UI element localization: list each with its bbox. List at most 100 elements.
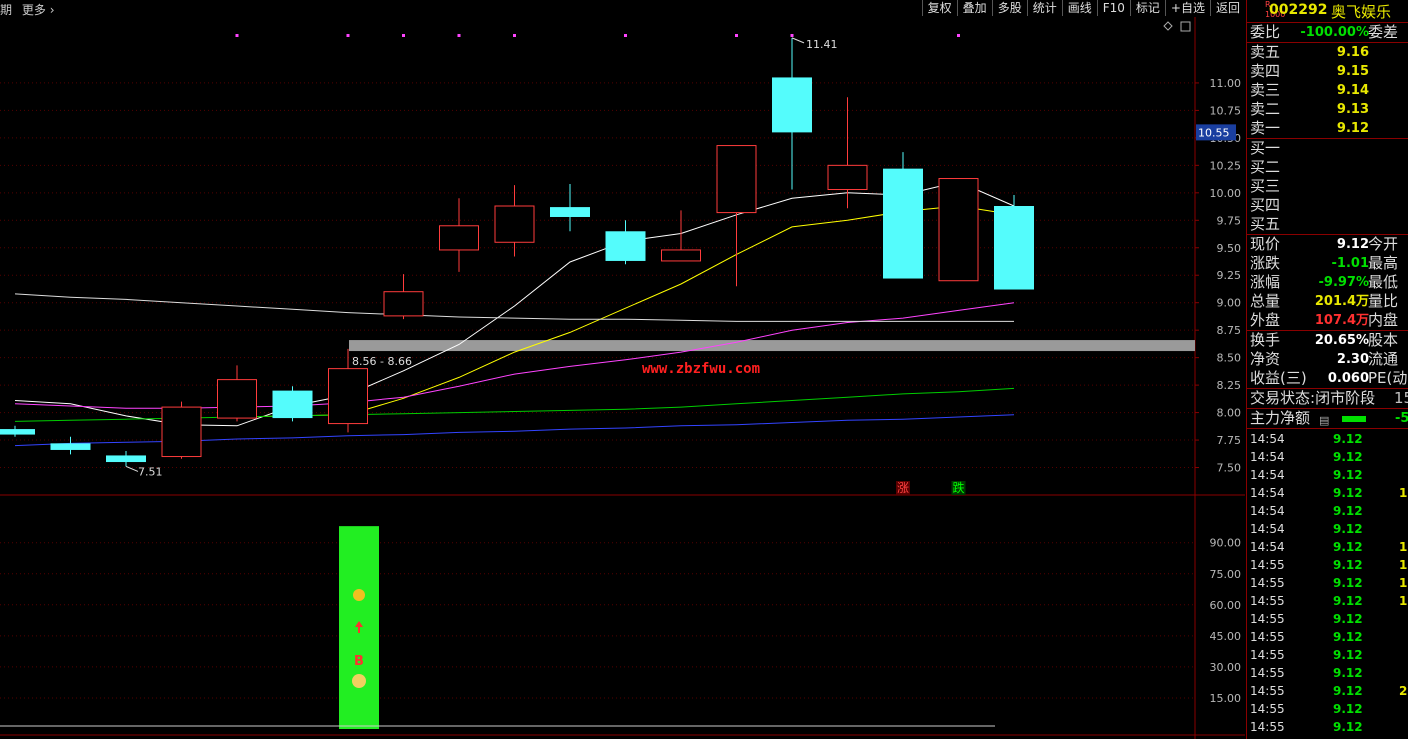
toolbar-left: 期 更多 › — [0, 1, 55, 18]
tick-row: 14:55 9.12 1 — [1247, 592, 1408, 610]
toolbar-button-2[interactable]: 多股 — [991, 0, 1027, 16]
candle-body — [772, 77, 812, 133]
candle-body — [550, 207, 590, 217]
toolbar-button-7[interactable]: +自选 — [1164, 0, 1210, 16]
toolbar-button-4[interactable]: 画线 — [1061, 0, 1097, 16]
candle-body — [605, 231, 646, 261]
list-icon[interactable]: ▤ — [1319, 411, 1329, 430]
candle-body — [439, 225, 479, 251]
tick-price: 9.12 — [1333, 540, 1363, 554]
toolbar-button-8[interactable]: 返回 — [1209, 0, 1245, 16]
limit-label-1: 跌 — [952, 480, 964, 495]
tick-time: 14:54 — [1250, 432, 1285, 446]
toolbar-button-5[interactable]: F10 — [1096, 0, 1130, 16]
quote-row-4-label: 外盘 — [1250, 311, 1281, 329]
candle-body — [883, 168, 923, 279]
quote-row-1: 涨跌 -1.01 最高 — [1247, 254, 1408, 273]
toolbar-button-3[interactable]: 统计 — [1026, 0, 1062, 16]
candle-body — [217, 379, 257, 419]
window-icon — [1180, 21, 1191, 32]
toolbar-button-0[interactable]: 复权 — [921, 0, 957, 16]
signal-dot — [513, 34, 516, 37]
ask-row-3-label: 卖二 — [1250, 100, 1281, 118]
tick-volume: 1 — [1399, 486, 1408, 500]
tick-price: 9.12 — [1333, 576, 1363, 590]
tick-time: 14:54 — [1250, 540, 1285, 554]
price-tick-label: 10.00 — [1210, 187, 1242, 200]
fund-row-2-label2: PE(动) — [1368, 369, 1408, 387]
candle-body — [383, 291, 424, 317]
trade-status-value: 闭市阶段 — [1315, 389, 1376, 407]
stock-code[interactable]: 002292 — [1269, 2, 1327, 18]
candle-body — [0, 429, 35, 435]
quote-row-0-label2: 今开 — [1368, 235, 1399, 253]
tick-price: 9.12 — [1333, 504, 1363, 518]
indicator-tick-label: 60.00 — [1210, 599, 1242, 612]
ask-row-4: 卖一 9.12 — [1247, 119, 1408, 138]
signal-dot — [957, 34, 960, 37]
toolbar-button-1[interactable]: 叠加 — [956, 0, 992, 16]
bid-row-1: 买二 — [1247, 158, 1408, 177]
tick-price: 9.12 — [1333, 720, 1363, 734]
ask-row-1: 卖四 9.15 — [1247, 62, 1408, 81]
price-tick-label: 11.00 — [1210, 77, 1242, 90]
quote-row-3-label2: 量比 — [1368, 292, 1399, 310]
tick-row: 14:55 9.12 1 — [1247, 574, 1408, 592]
chevron-right-icon: › — [49, 3, 55, 17]
tick-time: 14:55 — [1250, 648, 1285, 662]
tick-list[interactable]: 14:54 9.12 14:54 9.12 14:54 9.12 14:54 9.12 1 14:… — [1247, 429, 1408, 736]
tick-price: 9.12 — [1333, 684, 1363, 698]
ma-line-5 — [14, 293, 1014, 322]
tick-time: 14:55 — [1250, 720, 1285, 734]
tick-volume: 1 — [1399, 594, 1408, 608]
price-tick-label: 8.25 — [1217, 379, 1242, 392]
ask-row-1-label: 卖四 — [1250, 62, 1281, 80]
tick-row: 14:54 9.12 — [1247, 448, 1408, 466]
main-flow-label: 主力净额 — [1250, 409, 1311, 427]
tick-row: 14:55 9.12 — [1247, 718, 1408, 736]
ask-row-3: 卖二 9.13 — [1247, 100, 1408, 119]
indicator-tick-label: 15.00 — [1210, 692, 1242, 705]
quote-list: 现价 9.12 今开 涨跌 -1.01 最高 涨幅 -9.97% 最低 总量 201.4万 量比 外盘 1… — [1247, 235, 1408, 330]
candle-body — [716, 145, 757, 214]
quote-row-2-label2: 最低 — [1368, 273, 1399, 291]
quote-row-2-value: -9.97% — [1318, 275, 1370, 290]
more-menu[interactable]: 更多 — [22, 3, 46, 17]
quote-row-4: 外盘 107.4万 内盘 — [1247, 311, 1408, 330]
quote-row-0: 现价 9.12 今开 — [1247, 235, 1408, 254]
price-tick-label: 7.75 — [1217, 434, 1242, 447]
quote-row-1-value: -1.01 — [1331, 256, 1369, 271]
signal-dot — [735, 34, 738, 37]
ask-row-2-label: 卖三 — [1250, 81, 1281, 99]
signal-dot — [790, 34, 794, 37]
bid-list: 买一 买二 买三 买四 买五 — [1247, 139, 1408, 234]
ask-row-2-value: 9.14 — [1336, 83, 1369, 98]
ask-row-2: 卖三 9.14 — [1247, 81, 1408, 100]
tick-time: 14:55 — [1250, 630, 1285, 644]
ask-row-0-value: 9.16 — [1336, 45, 1369, 60]
period-label[interactable]: 期 — [0, 3, 12, 17]
stock-header: R 1000 002292 奥飞娱乐 — [1247, 0, 1408, 22]
candle-body — [994, 206, 1034, 290]
kline-chart[interactable]: 7.50 7.75 8.00 8.25 8.50 8.75 9.00 9.25 9.50 9.75… — [0, 17, 1245, 739]
tick-time: 14:54 — [1250, 450, 1285, 464]
fund-row-2-label: 收益(三) — [1250, 369, 1307, 387]
price-tick-label: 9.75 — [1217, 214, 1242, 227]
fund-row-1-label2: 流通 — [1368, 350, 1399, 368]
tick-row: 14:54 9.12 — [1247, 520, 1408, 538]
toolbar-button-6[interactable]: 标记 — [1129, 0, 1165, 16]
candle-body — [328, 368, 368, 425]
tick-time: 14:54 — [1250, 486, 1285, 500]
fund-row-0-label: 换手 — [1250, 331, 1281, 349]
tick-time: 14:54 — [1250, 468, 1285, 482]
ask-row-4-label: 卖一 — [1250, 119, 1281, 137]
tick-row: 14:54 9.12 — [1247, 466, 1408, 484]
quote-row-3-label: 总量 — [1250, 292, 1281, 310]
min-price-label: 7.51 — [138, 465, 163, 478]
stock-name[interactable]: 奥飞娱乐 — [1331, 1, 1391, 22]
fund-row-0-label2: 股本 — [1368, 331, 1399, 349]
bid-row-3: 买四 — [1247, 196, 1408, 215]
indicator-tick-label: 45.00 — [1210, 630, 1242, 643]
current-price-value: 10.55 — [1198, 126, 1230, 139]
tick-price: 9.12 — [1333, 702, 1363, 716]
